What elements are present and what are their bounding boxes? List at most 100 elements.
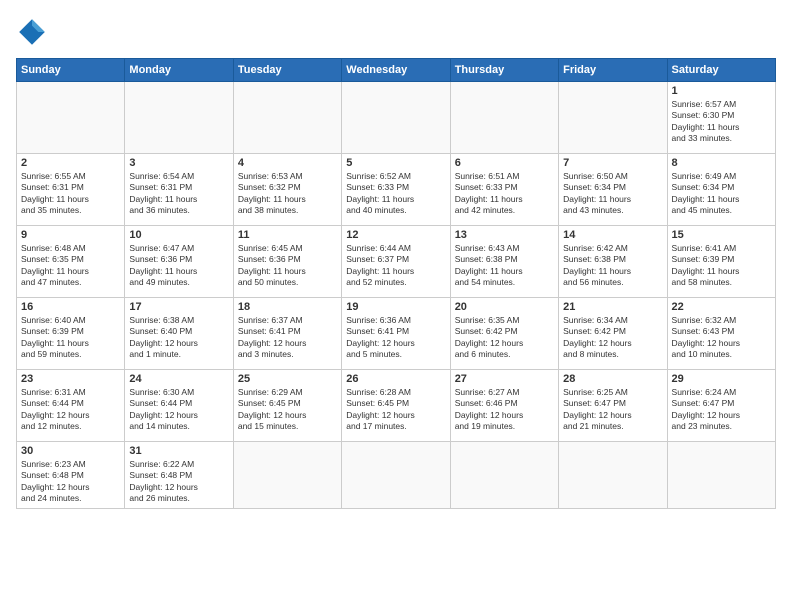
day-info: Sunrise: 6:41 AM Sunset: 6:39 PM Dayligh… xyxy=(672,243,771,289)
logo-icon xyxy=(16,16,48,48)
day-number: 23 xyxy=(21,373,120,385)
day-number: 2 xyxy=(21,157,120,169)
column-header-saturday: Saturday xyxy=(667,59,775,82)
day-info: Sunrise: 6:35 AM Sunset: 6:42 PM Dayligh… xyxy=(455,315,554,361)
calendar-table: SundayMondayTuesdayWednesdayThursdayFrid… xyxy=(16,58,776,509)
calendar-cell xyxy=(667,442,775,509)
calendar-cell: 11 Sunrise: 6:45 AM Sunset: 6:36 PM Dayli… xyxy=(233,226,341,298)
calendar-cell xyxy=(559,442,667,509)
column-header-sunday: Sunday xyxy=(17,59,125,82)
calendar-cell: 5 Sunrise: 6:52 AM Sunset: 6:33 PM Daylig… xyxy=(342,154,450,226)
calendar-cell xyxy=(342,82,450,154)
day-number: 31 xyxy=(129,445,228,457)
day-info: Sunrise: 6:54 AM Sunset: 6:31 PM Dayligh… xyxy=(129,171,228,217)
calendar-week-row: 9 Sunrise: 6:48 AM Sunset: 6:35 PM Daylig… xyxy=(17,226,776,298)
calendar-cell: 3 Sunrise: 6:54 AM Sunset: 6:31 PM Daylig… xyxy=(125,154,233,226)
day-number: 26 xyxy=(346,373,445,385)
calendar-cell xyxy=(450,442,558,509)
day-number: 15 xyxy=(672,229,771,241)
calendar-cell: 7 Sunrise: 6:50 AM Sunset: 6:34 PM Daylig… xyxy=(559,154,667,226)
calendar-cell: 27 Sunrise: 6:27 AM Sunset: 6:46 PM Dayli… xyxy=(450,370,558,442)
calendar-cell xyxy=(17,82,125,154)
calendar-week-row: 30 Sunrise: 6:23 AM Sunset: 6:48 PM Dayli… xyxy=(17,442,776,509)
calendar-cell: 9 Sunrise: 6:48 AM Sunset: 6:35 PM Daylig… xyxy=(17,226,125,298)
day-info: Sunrise: 6:28 AM Sunset: 6:45 PM Dayligh… xyxy=(346,387,445,433)
day-info: Sunrise: 6:30 AM Sunset: 6:44 PM Dayligh… xyxy=(129,387,228,433)
day-number: 16 xyxy=(21,301,120,313)
day-info: Sunrise: 6:57 AM Sunset: 6:30 PM Dayligh… xyxy=(672,99,771,145)
day-number: 6 xyxy=(455,157,554,169)
logo xyxy=(16,16,52,48)
calendar-cell xyxy=(559,82,667,154)
day-info: Sunrise: 6:22 AM Sunset: 6:48 PM Dayligh… xyxy=(129,459,228,505)
header xyxy=(16,16,776,48)
day-number: 3 xyxy=(129,157,228,169)
day-info: Sunrise: 6:43 AM Sunset: 6:38 PM Dayligh… xyxy=(455,243,554,289)
day-number: 7 xyxy=(563,157,662,169)
calendar-cell xyxy=(233,82,341,154)
calendar-cell: 2 Sunrise: 6:55 AM Sunset: 6:31 PM Daylig… xyxy=(17,154,125,226)
day-info: Sunrise: 6:37 AM Sunset: 6:41 PM Dayligh… xyxy=(238,315,337,361)
day-info: Sunrise: 6:38 AM Sunset: 6:40 PM Dayligh… xyxy=(129,315,228,361)
calendar-cell: 21 Sunrise: 6:34 AM Sunset: 6:42 PM Dayli… xyxy=(559,298,667,370)
day-info: Sunrise: 6:36 AM Sunset: 6:41 PM Dayligh… xyxy=(346,315,445,361)
day-number: 21 xyxy=(563,301,662,313)
calendar-cell: 18Sunrise: 6:37 AM Sunset: 6:41 PM Dayli… xyxy=(233,298,341,370)
calendar-cell: 13 Sunrise: 6:43 AM Sunset: 6:38 PM Dayli… xyxy=(450,226,558,298)
day-info: Sunrise: 6:40 AM Sunset: 6:39 PM Dayligh… xyxy=(21,315,120,361)
calendar-cell xyxy=(450,82,558,154)
calendar-cell: 19 Sunrise: 6:36 AM Sunset: 6:41 PM Dayli… xyxy=(342,298,450,370)
day-number: 19 xyxy=(346,301,445,313)
day-number: 30 xyxy=(21,445,120,457)
day-info: Sunrise: 6:53 AM Sunset: 6:32 PM Dayligh… xyxy=(238,171,337,217)
column-header-tuesday: Tuesday xyxy=(233,59,341,82)
calendar-header-row: SundayMondayTuesdayWednesdayThursdayFrid… xyxy=(17,59,776,82)
calendar-cell xyxy=(125,82,233,154)
calendar-cell: 23Sunrise: 6:31 AM Sunset: 6:44 PM Dayli… xyxy=(17,370,125,442)
day-info: Sunrise: 6:52 AM Sunset: 6:33 PM Dayligh… xyxy=(346,171,445,217)
calendar-cell: 29Sunrise: 6:24 AM Sunset: 6:47 PM Dayli… xyxy=(667,370,775,442)
day-info: Sunrise: 6:50 AM Sunset: 6:34 PM Dayligh… xyxy=(563,171,662,217)
day-info: Sunrise: 6:24 AM Sunset: 6:47 PM Dayligh… xyxy=(672,387,771,433)
day-number: 5 xyxy=(346,157,445,169)
day-number: 22 xyxy=(672,301,771,313)
day-number: 13 xyxy=(455,229,554,241)
column-header-thursday: Thursday xyxy=(450,59,558,82)
day-number: 17 xyxy=(129,301,228,313)
day-number: 11 xyxy=(238,229,337,241)
day-info: Sunrise: 6:27 AM Sunset: 6:46 PM Dayligh… xyxy=(455,387,554,433)
calendar-cell: 25Sunrise: 6:29 AM Sunset: 6:45 PM Dayli… xyxy=(233,370,341,442)
calendar-cell: 14Sunrise: 6:42 AM Sunset: 6:38 PM Dayli… xyxy=(559,226,667,298)
calendar-week-row: 2 Sunrise: 6:55 AM Sunset: 6:31 PM Daylig… xyxy=(17,154,776,226)
calendar-cell xyxy=(342,442,450,509)
day-number: 1 xyxy=(672,85,771,97)
day-info: Sunrise: 6:23 AM Sunset: 6:48 PM Dayligh… xyxy=(21,459,120,505)
day-number: 9 xyxy=(21,229,120,241)
calendar-page: SundayMondayTuesdayWednesdayThursdayFrid… xyxy=(0,0,792,612)
calendar-cell xyxy=(233,442,341,509)
day-info: Sunrise: 6:45 AM Sunset: 6:36 PM Dayligh… xyxy=(238,243,337,289)
day-info: Sunrise: 6:55 AM Sunset: 6:31 PM Dayligh… xyxy=(21,171,120,217)
calendar-cell: 8 Sunrise: 6:49 AM Sunset: 6:34 PM Daylig… xyxy=(667,154,775,226)
day-info: Sunrise: 6:47 AM Sunset: 6:36 PM Dayligh… xyxy=(129,243,228,289)
calendar-cell: 10Sunrise: 6:47 AM Sunset: 6:36 PM Dayli… xyxy=(125,226,233,298)
day-number: 27 xyxy=(455,373,554,385)
day-number: 14 xyxy=(563,229,662,241)
day-info: Sunrise: 6:34 AM Sunset: 6:42 PM Dayligh… xyxy=(563,315,662,361)
calendar-cell: 30 Sunrise: 6:23 AM Sunset: 6:48 PM Dayli… xyxy=(17,442,125,509)
calendar-cell: 24Sunrise: 6:30 AM Sunset: 6:44 PM Dayli… xyxy=(125,370,233,442)
day-number: 8 xyxy=(672,157,771,169)
day-info: Sunrise: 6:49 AM Sunset: 6:34 PM Dayligh… xyxy=(672,171,771,217)
day-number: 25 xyxy=(238,373,337,385)
calendar-cell: 22 Sunrise: 6:32 AM Sunset: 6:43 PM Dayli… xyxy=(667,298,775,370)
column-header-wednesday: Wednesday xyxy=(342,59,450,82)
calendar-cell: 15 Sunrise: 6:41 AM Sunset: 6:39 PM Dayli… xyxy=(667,226,775,298)
calendar-cell: 31 Sunrise: 6:22 AM Sunset: 6:48 PM Dayli… xyxy=(125,442,233,509)
calendar-cell: 28Sunrise: 6:25 AM Sunset: 6:47 PM Dayli… xyxy=(559,370,667,442)
calendar-cell: 12Sunrise: 6:44 AM Sunset: 6:37 PM Dayli… xyxy=(342,226,450,298)
day-number: 20 xyxy=(455,301,554,313)
day-number: 28 xyxy=(563,373,662,385)
day-info: Sunrise: 6:32 AM Sunset: 6:43 PM Dayligh… xyxy=(672,315,771,361)
day-info: Sunrise: 6:48 AM Sunset: 6:35 PM Dayligh… xyxy=(21,243,120,289)
calendar-week-row: 23Sunrise: 6:31 AM Sunset: 6:44 PM Dayli… xyxy=(17,370,776,442)
